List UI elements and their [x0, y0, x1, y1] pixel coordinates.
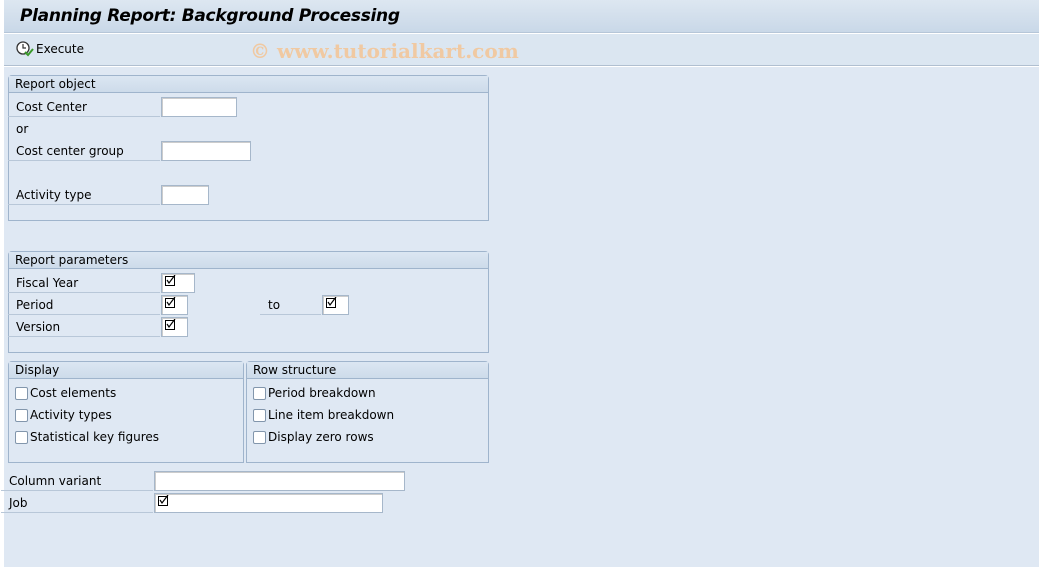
execute-clock-icon	[16, 41, 34, 57]
fiscal-year-label: Fiscal Year	[8, 273, 160, 293]
toolbar: Execute © www.tutorialkart.com	[4, 34, 1039, 66]
checkbox-label: Cost elements	[30, 386, 117, 400]
execute-button[interactable]: Execute	[16, 41, 84, 57]
group-title: Display	[9, 362, 243, 379]
execute-label: Execute	[36, 42, 84, 56]
checkbox-label: Display zero rows	[268, 430, 374, 444]
statistical-key-figures-checkbox[interactable]: Statistical key figures	[15, 430, 159, 444]
checkbox-label: Statistical key figures	[30, 430, 160, 444]
or-label: or	[16, 122, 29, 136]
display-zero-rows-checkbox[interactable]: Display zero rows	[253, 430, 374, 444]
checkbox-label: Line item breakdown	[268, 408, 395, 422]
period-from-input[interactable]	[161, 295, 188, 315]
checkbox[interactable]	[15, 430, 28, 444]
line-item-breakdown-checkbox[interactable]: Line item breakdown	[253, 408, 394, 422]
required-check-icon	[165, 296, 176, 308]
column-variant-label: Column variant	[1, 471, 153, 491]
fiscal-year-input[interactable]	[161, 273, 195, 293]
checkbox[interactable]	[253, 430, 266, 444]
job-label: Job	[1, 493, 153, 513]
group-title: Report object	[9, 76, 488, 93]
cost-center-group-label: Cost center group	[8, 141, 160, 161]
activity-type-label: Activity type	[8, 185, 160, 205]
cost-center-input[interactable]	[161, 97, 237, 117]
version-label: Version	[8, 317, 160, 337]
checkbox[interactable]	[15, 386, 28, 400]
period-label: Period	[8, 295, 160, 315]
required-check-icon	[165, 274, 176, 286]
title-bar: Planning Report: Background Processing	[4, 0, 1039, 33]
period-to-input[interactable]	[322, 295, 349, 315]
checkbox[interactable]	[253, 386, 266, 400]
column-variant-input[interactable]	[154, 471, 405, 491]
group-title: Row structure	[247, 362, 488, 379]
checkbox[interactable]	[253, 408, 266, 422]
required-check-icon	[158, 494, 169, 506]
checkbox-label: Period breakdown	[268, 386, 376, 400]
job-input[interactable]	[154, 493, 383, 513]
version-input[interactable]	[161, 317, 188, 337]
to-label: to	[260, 295, 321, 315]
group-title: Report parameters	[9, 252, 488, 269]
cost-center-label: Cost Center	[8, 97, 160, 117]
checkbox-label: Activity types	[30, 408, 112, 422]
cost-center-group-input[interactable]	[161, 141, 251, 161]
activity-type-input[interactable]	[161, 185, 209, 205]
cost-elements-checkbox[interactable]: Cost elements	[15, 386, 116, 400]
required-check-icon	[165, 318, 176, 330]
checkbox[interactable]	[15, 408, 28, 422]
watermark: © www.tutorialkart.com	[250, 39, 519, 63]
activity-types-checkbox[interactable]: Activity types	[15, 408, 112, 422]
period-breakdown-checkbox[interactable]: Period breakdown	[253, 386, 376, 400]
page-title: Planning Report: Background Processing	[20, 6, 400, 26]
required-check-icon	[326, 296, 337, 308]
